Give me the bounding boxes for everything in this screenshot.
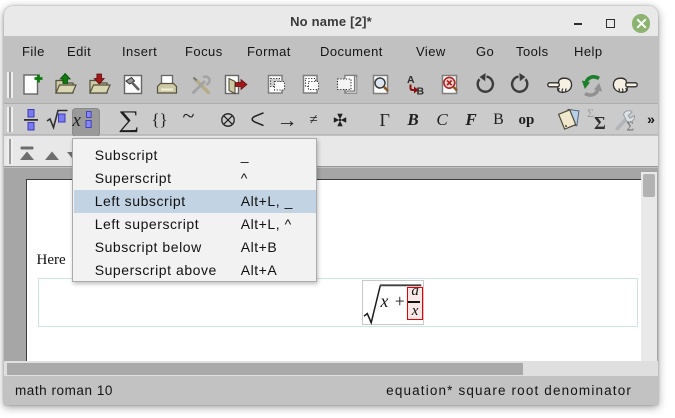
svg-text:Σ: Σ: [594, 113, 606, 132]
svg-text:B: B: [416, 86, 424, 98]
svg-text:Σ: Σ: [587, 107, 594, 120]
svg-text:x: x: [72, 110, 82, 131]
svg-text:Σ: Σ: [627, 119, 635, 133]
svg-text:A: A: [407, 74, 415, 86]
